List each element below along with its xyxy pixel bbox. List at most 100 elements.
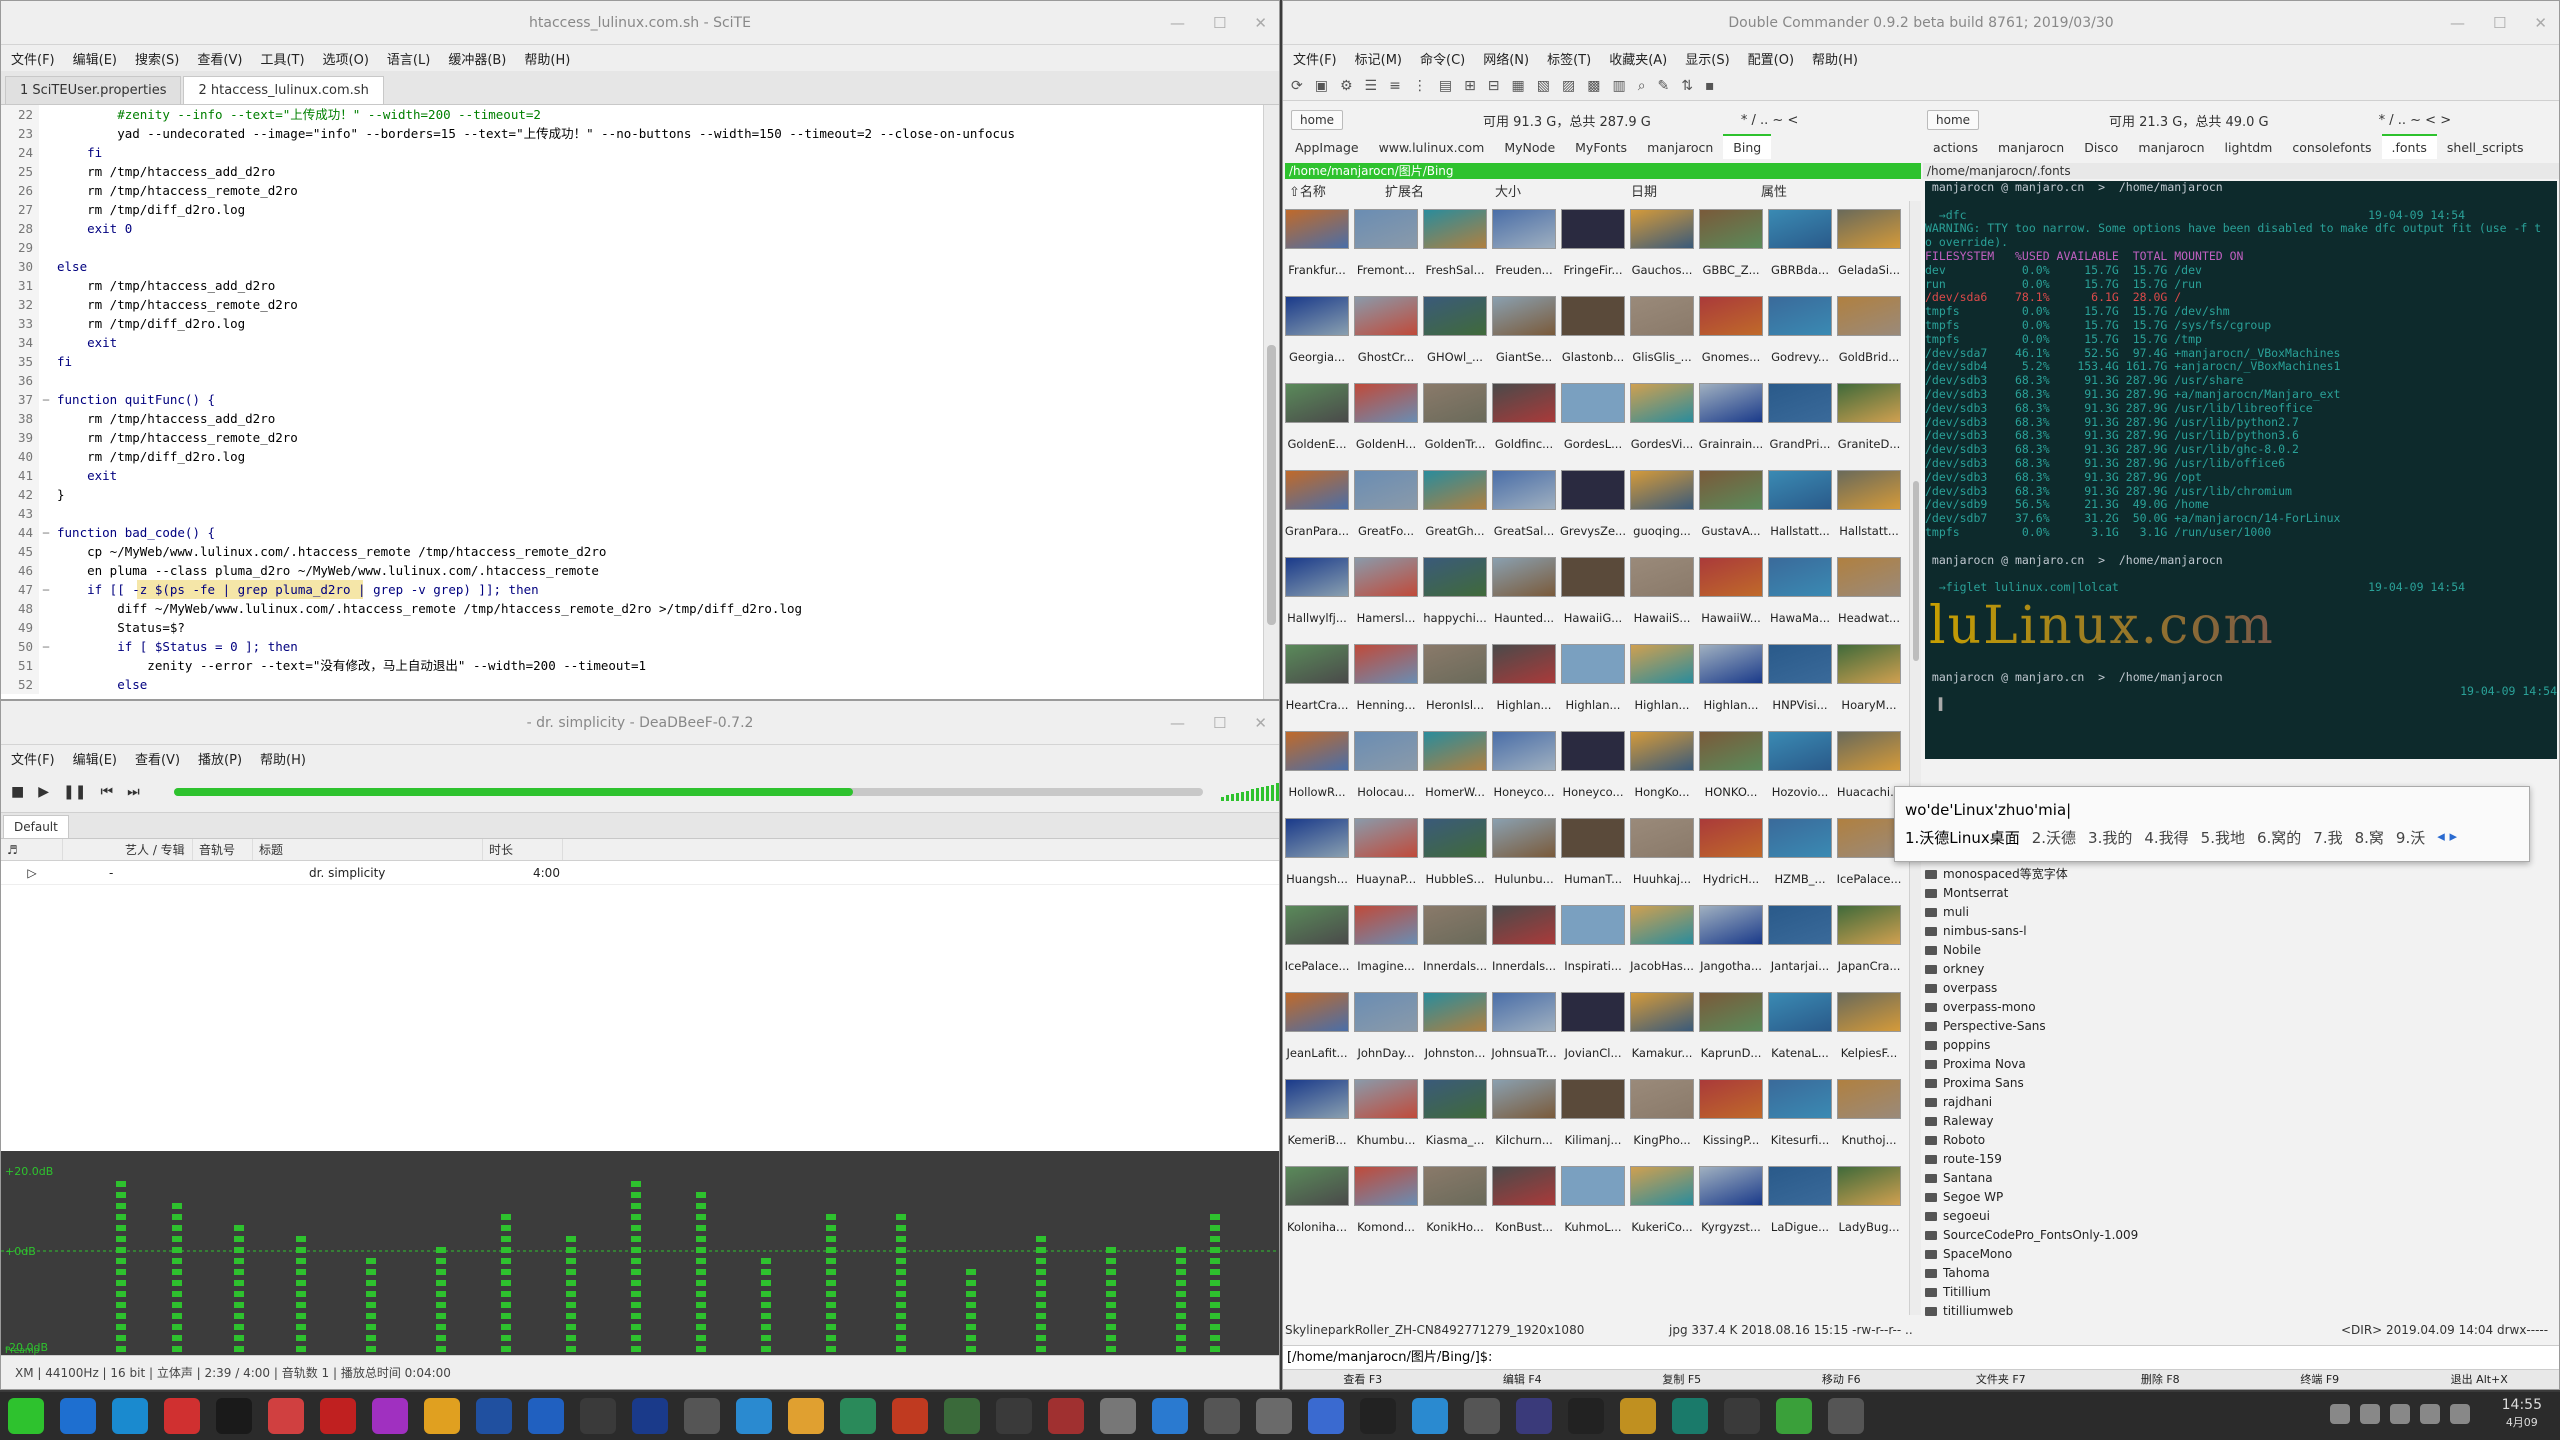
- file-thumbnail[interactable]: Kilimanj...: [1559, 1077, 1627, 1164]
- toolbar-icon[interactable]: ▣: [1315, 78, 1328, 94]
- folder-row[interactable]: Titillium: [1925, 1283, 2545, 1302]
- panel-tab[interactable]: .fonts: [2381, 134, 2437, 159]
- file-thumbnail[interactable]: Hulunbu...: [1490, 816, 1558, 903]
- scite-titlebar[interactable]: htaccess_lulinux.com.sh - SciTE — ☐ ✕: [1, 1, 1279, 45]
- file-thumbnail[interactable]: Frankfur...: [1283, 207, 1351, 294]
- fold-marker[interactable]: [39, 675, 53, 694]
- menu-item[interactable]: 标签(T): [1547, 49, 1591, 68]
- column-header[interactable]: 时长: [483, 839, 563, 860]
- file-thumbnail[interactable]: GoldenTr...: [1421, 381, 1489, 468]
- toolbar-icon[interactable]: ▤: [1439, 78, 1452, 94]
- eq-band-slider[interactable]: [761, 1258, 771, 1352]
- file-thumbnail[interactable]: HNPVisi...: [1766, 642, 1834, 729]
- fold-marker[interactable]: [39, 124, 53, 143]
- fold-marker[interactable]: [39, 656, 53, 675]
- column-header[interactable]: 日期: [1631, 181, 1761, 200]
- panel-tab[interactable]: manjarocn: [1988, 136, 2074, 159]
- toolbar-icon[interactable]: ☰: [1365, 78, 1378, 94]
- file-thumbnail[interactable]: Highlan...: [1697, 642, 1765, 729]
- file-thumbnail[interactable]: KemeriB...: [1283, 1077, 1351, 1164]
- file-thumbnail[interactable]: HeronIsl...: [1421, 642, 1489, 729]
- file-thumbnail[interactable]: Jangotha...: [1697, 903, 1765, 990]
- file-thumbnail[interactable]: GrandPri...: [1766, 381, 1834, 468]
- ime-candidate[interactable]: 5.我地: [2201, 827, 2245, 848]
- download-icon[interactable]: [788, 1398, 824, 1434]
- app-icon[interactable]: [684, 1398, 720, 1434]
- toolbar-icon[interactable]: ≡: [1389, 78, 1401, 94]
- file-thumbnail[interactable]: Jantarjai...: [1766, 903, 1834, 990]
- search-icon[interactable]: ⌕: [1638, 78, 1646, 94]
- fold-marker[interactable]: [39, 314, 53, 333]
- app-icon[interactable]: [1568, 1398, 1604, 1434]
- panel-tab[interactable]: AppImage: [1285, 136, 1369, 159]
- column-header[interactable]: 艺人 / 专辑: [63, 839, 193, 860]
- filezilla-icon[interactable]: [892, 1398, 928, 1434]
- fold-marker[interactable]: [39, 219, 53, 238]
- folder-row[interactable]: segoeui: [1925, 1207, 2545, 1226]
- app-icon[interactable]: [320, 1398, 356, 1434]
- fold-marker[interactable]: [39, 143, 53, 162]
- file-thumbnail[interactable]: GrevysZe...: [1559, 468, 1627, 555]
- toolbar-icon[interactable]: ▥: [1612, 78, 1625, 94]
- left-scrollbar[interactable]: [1909, 201, 1921, 1315]
- file-thumbnail[interactable]: JohnDay...: [1352, 990, 1420, 1077]
- folder-row[interactable]: Roboto: [1925, 1131, 2545, 1150]
- file-thumbnail[interactable]: GlisGlis_...: [1628, 294, 1696, 381]
- minimize-icon[interactable]: —: [1170, 701, 1185, 745]
- file-thumbnail[interactable]: GreatGh...: [1421, 468, 1489, 555]
- app-icon[interactable]: [476, 1398, 512, 1434]
- file-thumbnail[interactable]: GBBC_Z...: [1697, 207, 1765, 294]
- file-thumbnail[interactable]: KonikHo...: [1421, 1164, 1489, 1251]
- minimize-icon[interactable]: —: [1170, 1, 1185, 45]
- menu-item[interactable]: 工具(T): [260, 49, 304, 68]
- file-thumbnail[interactable]: HumanT...: [1559, 816, 1627, 903]
- folder-row[interactable]: Proxima Sans: [1925, 1074, 2545, 1093]
- close-icon[interactable]: ✕: [1254, 1, 1267, 45]
- editor-scrollbar[interactable]: [1263, 105, 1279, 699]
- app-icon[interactable]: [1724, 1398, 1760, 1434]
- menu-item[interactable]: 网络(N): [1483, 49, 1529, 68]
- ime-candidate[interactable]: 8.窝: [2355, 827, 2384, 848]
- ime-candidate[interactable]: 6.窝的: [2257, 827, 2301, 848]
- menu-item[interactable]: 命令(C): [1420, 49, 1465, 68]
- app-icon[interactable]: [1516, 1398, 1552, 1434]
- file-thumbnail[interactable]: KaprunD...: [1697, 990, 1765, 1077]
- next-icon[interactable]: ⏭: [127, 784, 140, 800]
- app-icon[interactable]: [1256, 1398, 1292, 1434]
- fold-marker[interactable]: [39, 200, 53, 219]
- menu-item[interactable]: 标记(M): [1355, 49, 1402, 68]
- folder-row[interactable]: Tahoma: [1925, 1264, 2545, 1283]
- app-icon[interactable]: [1100, 1398, 1136, 1434]
- vscode-icon[interactable]: [528, 1398, 564, 1434]
- folder-row[interactable]: nimbus-sans-l: [1925, 922, 2545, 941]
- tray-icon[interactable]: [2360, 1404, 2380, 1424]
- file-thumbnail[interactable]: Honeyco...: [1559, 729, 1627, 816]
- file-thumbnail[interactable]: Huuhkaj...: [1628, 816, 1696, 903]
- refresh-icon[interactable]: ⟳: [1291, 78, 1303, 94]
- terminal-cursor[interactable]: ▌: [1925, 697, 2557, 712]
- file-thumbnail[interactable]: Kitesurfi...: [1766, 1077, 1834, 1164]
- menu-item[interactable]: 播放(P): [198, 749, 242, 768]
- close-icon[interactable]: ✕: [1254, 701, 1267, 745]
- file-thumbnail[interactable]: KukeriCo...: [1628, 1164, 1696, 1251]
- files-icon[interactable]: [840, 1398, 876, 1434]
- function-key-button[interactable]: 删除 F8: [2081, 1370, 2241, 1389]
- toolbar-icon[interactable]: ▦: [1512, 78, 1525, 94]
- file-thumbnail[interactable]: Henning...: [1352, 642, 1420, 729]
- function-key-button[interactable]: 文件夹 F7: [1921, 1370, 2081, 1389]
- left-drive-button[interactable]: home: [1291, 110, 1344, 130]
- editor-tab[interactable]: 2 htaccess_lulinux.com.sh: [183, 76, 384, 104]
- app-icon[interactable]: [632, 1398, 668, 1434]
- network-icon[interactable]: [2450, 1404, 2470, 1424]
- file-thumbnail[interactable]: guoqing...: [1628, 468, 1696, 555]
- ime-candidate[interactable]: 7.我: [2313, 827, 2342, 848]
- file-thumbnail[interactable]: GiantSe...: [1490, 294, 1558, 381]
- file-thumbnail[interactable]: Koloniha...: [1283, 1164, 1351, 1251]
- file-thumbnail[interactable]: GordesL...: [1559, 381, 1627, 468]
- scrollbar-thumb[interactable]: [1913, 481, 1919, 661]
- file-thumbnail[interactable]: Haunted...: [1490, 555, 1558, 642]
- file-thumbnail[interactable]: happychi...: [1421, 555, 1489, 642]
- code-editor[interactable]: 22 #zenity --info --text="上传成功！" --width…: [1, 105, 1263, 699]
- ime-candidate[interactable]: 3.我的: [2088, 827, 2132, 848]
- file-thumbnail[interactable]: Gnomes...: [1697, 294, 1765, 381]
